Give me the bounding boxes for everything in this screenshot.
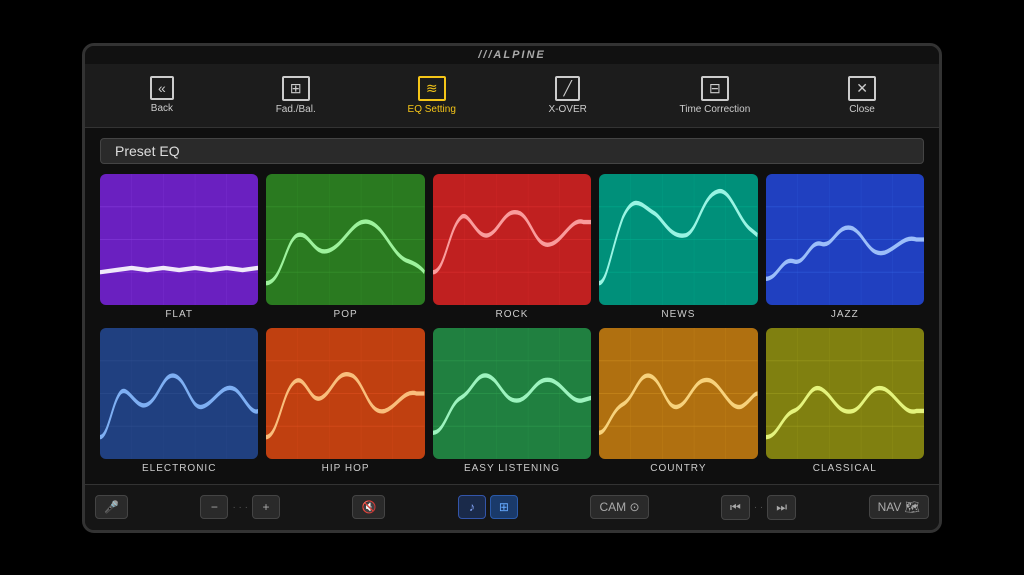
fad-bal-icon: ⊞ <box>282 76 310 101</box>
brand-bar: ///ALPINE <box>85 46 939 64</box>
xover-label: X-OVER <box>549 104 587 115</box>
back-label: Back <box>151 103 173 114</box>
cam-button[interactable]: CAM ⊙ <box>590 495 648 519</box>
eq-chart-flat <box>100 174 258 305</box>
time-correction-icon: ⊟ <box>701 76 729 101</box>
eq-label-jazz: JAZZ <box>831 309 859 320</box>
nav-bar: « Back ⊞ Fad./Bal. ≋ EQ Setting ╱ X-OVER… <box>85 64 939 128</box>
eq-tile-hiphop[interactable]: HIP HOP <box>266 328 424 474</box>
eq-tile-flat[interactable]: FLAT <box>100 174 258 320</box>
eq-chart-hiphop <box>266 328 424 459</box>
eq-label-classical: CLASSICAL <box>813 463 877 474</box>
eq-chart-jazz <box>766 174 924 305</box>
eq-tile-news[interactable]: NEWS <box>599 174 757 320</box>
next-button[interactable]: ⏭ <box>767 495 796 520</box>
eq-tile-classical[interactable]: CLASSICAL <box>766 328 924 474</box>
preset-eq-label: Preset EQ <box>100 138 924 164</box>
eq-tile-easy_listening[interactable]: EASY LISTENING <box>433 328 591 474</box>
nav-group: NAV 🗺 <box>869 495 929 519</box>
eq-tile-electronic[interactable]: ELECTRONIC <box>100 328 258 474</box>
close-icon: ✕ <box>848 76 876 101</box>
time-correction-button[interactable]: ⊟ Time Correction <box>672 72 759 119</box>
cam-group: CAM ⊙ <box>590 495 648 519</box>
volume-group: − · · · + <box>200 495 280 519</box>
eq-tile-pop[interactable]: POP <box>266 174 424 320</box>
eq-label-pop: POP <box>334 309 358 320</box>
eq-chart-rock <box>433 174 591 305</box>
eq-label-rock: ROCK <box>496 309 529 320</box>
music-button[interactable]: ♪ <box>458 495 486 519</box>
alpine-device: ///ALPINE « Back ⊞ Fad./Bal. ≋ EQ Settin… <box>82 43 942 533</box>
prev-button[interactable]: ⏮ <box>721 495 750 520</box>
content-area: Preset EQ FLAT POP ROCK <box>85 128 939 484</box>
eq-chart-easy_listening <box>433 328 591 459</box>
eq-tile-rock[interactable]: ROCK <box>433 174 591 320</box>
close-button[interactable]: ✕ Close <box>832 72 892 119</box>
back-icon: « <box>150 76 174 100</box>
time-correction-label: Time Correction <box>680 104 751 115</box>
eq-label-electronic: ELECTRONIC <box>142 463 216 474</box>
volume-up-button[interactable]: + <box>252 495 280 519</box>
mute-button[interactable]: 🔇 <box>352 495 385 519</box>
playback-dots: · · <box>754 502 763 513</box>
eq-chart-classical <box>766 328 924 459</box>
eq-setting-icon: ≋ <box>418 76 446 101</box>
bottom-bar: 🎤 − · · · + 🔇 ♪ ⊞ CAM ⊙ ⏮ · · ⏭ NAV 🗺 <box>85 484 939 530</box>
eq-grid: FLAT POP ROCK NEWS <box>100 174 924 474</box>
mute-group: 🔇 <box>352 495 385 519</box>
mic-button[interactable]: 🎤 <box>95 495 128 519</box>
playback-group: ⏮ · · ⏭ <box>721 495 796 520</box>
bottom-left-group: 🎤 <box>95 495 128 519</box>
source-button[interactable]: ⊞ <box>490 495 518 519</box>
fad-bal-label: Fad./Bal. <box>276 104 316 115</box>
eq-chart-news <box>599 174 757 305</box>
eq-label-hiphop: HIP HOP <box>322 463 370 474</box>
eq-label-flat: FLAT <box>165 309 193 320</box>
close-label: Close <box>849 104 875 115</box>
fad-bal-button[interactable]: ⊞ Fad./Bal. <box>266 72 326 119</box>
eq-setting-button[interactable]: ≋ EQ Setting <box>400 72 464 119</box>
volume-dots: · · · <box>232 502 248 513</box>
nav-button[interactable]: NAV 🗺 <box>869 495 929 519</box>
eq-chart-pop <box>266 174 424 305</box>
back-button[interactable]: « Back <box>132 72 192 118</box>
xover-button[interactable]: ╱ X-OVER <box>538 72 598 119</box>
eq-label-news: NEWS <box>661 309 695 320</box>
xover-icon: ╱ <box>555 76 579 101</box>
eq-label-country: COUNTRY <box>650 463 706 474</box>
eq-label-easy_listening: EASY LISTENING <box>464 463 560 474</box>
volume-down-button[interactable]: − <box>200 495 228 519</box>
eq-chart-electronic <box>100 328 258 459</box>
eq-setting-label: EQ Setting <box>408 104 456 115</box>
eq-tile-jazz[interactable]: JAZZ <box>766 174 924 320</box>
source-group: ♪ ⊞ <box>458 495 518 519</box>
eq-tile-country[interactable]: COUNTRY <box>599 328 757 474</box>
eq-chart-country <box>599 328 757 459</box>
